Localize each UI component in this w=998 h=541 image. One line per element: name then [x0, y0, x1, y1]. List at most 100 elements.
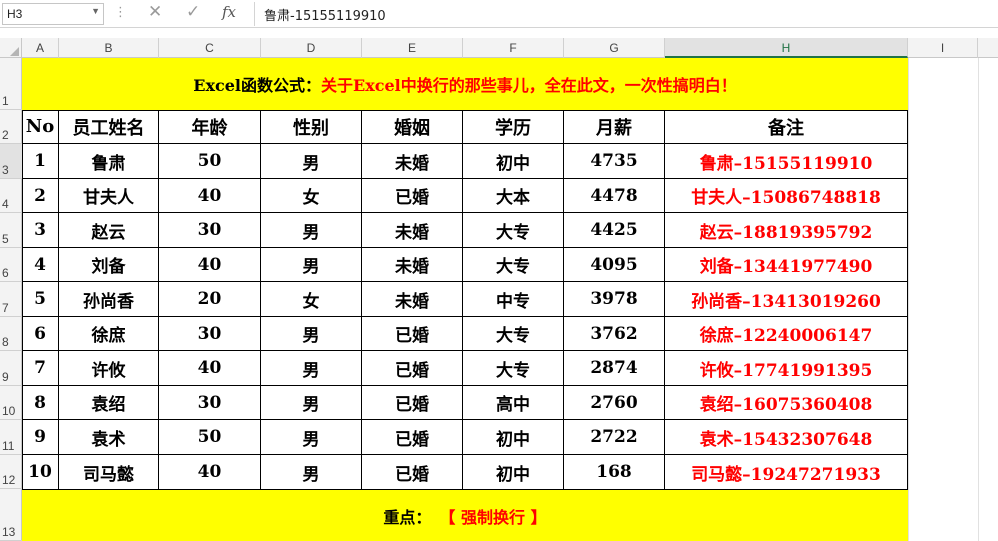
column-header-f[interactable]: F [463, 38, 564, 58]
cell-marital[interactable]: 已婚 [362, 317, 463, 351]
row-header-4[interactable]: 4 [0, 179, 22, 213]
cell-age[interactable]: 50 [159, 420, 261, 455]
cell-marital[interactable]: 已婚 [362, 179, 463, 213]
cell-age[interactable]: 20 [159, 282, 261, 317]
cell-gender[interactable]: 男 [261, 317, 362, 351]
cell-gender[interactable]: 女 [261, 282, 362, 317]
header-cell-remark[interactable]: 备注 [665, 110, 908, 144]
cell-no[interactable]: 7 [22, 351, 59, 386]
cell-remark[interactable]: 甘夫人–15086748818 [665, 179, 908, 213]
title-banner[interactable]: Excel函数公式： 关于Excel中换行的那些事儿，全在此文，一次性搞明白！ [22, 58, 908, 110]
cancel-icon[interactable]: ✕ [148, 2, 162, 22]
cell-remark[interactable]: 孙尚香–13413019260 [665, 282, 908, 317]
cell-education[interactable]: 大专 [463, 317, 564, 351]
row-header-2[interactable]: 2 [0, 110, 22, 144]
cell-gender[interactable]: 女 [261, 179, 362, 213]
column-header-i[interactable]: I [908, 38, 978, 58]
cell-no[interactable]: 2 [22, 179, 59, 213]
cell-age[interactable]: 40 [159, 179, 261, 213]
cell-gender[interactable]: 男 [261, 248, 362, 282]
cell-remark[interactable]: 刘备–13441977490 [665, 248, 908, 282]
cell-age[interactable]: 40 [159, 455, 261, 490]
cell-education[interactable]: 大专 [463, 248, 564, 282]
cell-remark[interactable]: 赵云–18819395792 [665, 213, 908, 248]
cell-education[interactable]: 大专 [463, 213, 564, 248]
cell-salary[interactable]: 2722 [564, 420, 665, 455]
cell-no[interactable]: 3 [22, 213, 59, 248]
cell-name[interactable]: 刘备 [59, 248, 159, 282]
row-header-1[interactable]: 1 [0, 58, 22, 110]
row-header-9[interactable]: 9 [0, 351, 22, 386]
cell-marital[interactable]: 已婚 [362, 351, 463, 386]
cell-remark[interactable]: 徐庶–12240006147 [665, 317, 908, 351]
cell-name[interactable]: 鲁肃 [59, 144, 159, 179]
cell-salary[interactable]: 4478 [564, 179, 665, 213]
formula-input[interactable]: 鲁肃-15155119910 [264, 5, 386, 24]
cell-gender[interactable]: 男 [261, 386, 362, 420]
cell-marital[interactable]: 未婚 [362, 144, 463, 179]
row-header-8[interactable]: 8 [0, 317, 22, 351]
cell-marital[interactable]: 未婚 [362, 248, 463, 282]
column-header-a[interactable]: A [22, 38, 59, 58]
cell-education[interactable]: 大本 [463, 179, 564, 213]
cell-name[interactable]: 孙尚香 [59, 282, 159, 317]
cell-gender[interactable]: 男 [261, 420, 362, 455]
cell-salary[interactable]: 4735 [564, 144, 665, 179]
cell-education[interactable]: 初中 [463, 420, 564, 455]
footer-banner[interactable]: 重点： 【 强制换行 】 [22, 490, 908, 541]
worksheet[interactable]: Excel函数公式： 关于Excel中换行的那些事儿，全在此文，一次性搞明白！ N… [22, 58, 998, 541]
cell-name[interactable]: 许攸 [59, 351, 159, 386]
cell-remark[interactable]: 司马懿–19247271933 [665, 455, 908, 490]
cell-name[interactable]: 司马懿 [59, 455, 159, 490]
more-options-icon[interactable]: ⋮ [114, 5, 127, 20]
cell-salary[interactable]: 3978 [564, 282, 665, 317]
cell-no[interactable]: 1 [22, 144, 59, 179]
cell-gender[interactable]: 男 [261, 213, 362, 248]
column-header-e[interactable]: E [362, 38, 463, 58]
cell-remark[interactable]: 袁术–15432307648 [665, 420, 908, 455]
cell-age[interactable]: 40 [159, 248, 261, 282]
cell-no[interactable]: 10 [22, 455, 59, 490]
cell-gender[interactable]: 男 [261, 144, 362, 179]
cell-marital[interactable]: 已婚 [362, 455, 463, 490]
cell-name[interactable]: 袁术 [59, 420, 159, 455]
column-header-g[interactable]: G [564, 38, 665, 58]
cell-age[interactable]: 30 [159, 213, 261, 248]
cell-marital[interactable]: 已婚 [362, 420, 463, 455]
cell-salary[interactable]: 4095 [564, 248, 665, 282]
header-cell-age[interactable]: 年龄 [159, 110, 261, 144]
column-header-d[interactable]: D [261, 38, 362, 58]
cell-education[interactable]: 中专 [463, 282, 564, 317]
cell-marital[interactable]: 已婚 [362, 386, 463, 420]
cell-no[interactable]: 8 [22, 386, 59, 420]
header-cell-education[interactable]: 学历 [463, 110, 564, 144]
cell-name[interactable]: 赵云 [59, 213, 159, 248]
insert-function-icon[interactable]: fx [222, 3, 236, 21]
cell-gender[interactable]: 男 [261, 351, 362, 386]
cell-remark[interactable]: 鲁肃–15155119910 [665, 144, 908, 179]
header-cell-gender[interactable]: 性别 [261, 110, 362, 144]
cell-age[interactable]: 30 [159, 386, 261, 420]
cell-name[interactable]: 甘夫人 [59, 179, 159, 213]
cell-salary[interactable]: 168 [564, 455, 665, 490]
column-header-b[interactable]: B [59, 38, 159, 58]
cell-salary[interactable]: 3762 [564, 317, 665, 351]
chevron-down-icon[interactable]: ▼ [91, 6, 100, 16]
row-header-3[interactable]: 3 [0, 144, 22, 179]
header-cell-no[interactable]: No [22, 110, 59, 144]
column-header-h[interactable]: H [665, 38, 908, 58]
row-header-11[interactable]: 11 [0, 420, 22, 455]
cell-education[interactable]: 高中 [463, 386, 564, 420]
header-cell-marital[interactable]: 婚姻 [362, 110, 463, 144]
row-header-7[interactable]: 7 [0, 282, 22, 317]
cell-no[interactable]: 5 [22, 282, 59, 317]
row-header-12[interactable]: 12 [0, 455, 22, 489]
cell-no[interactable]: 6 [22, 317, 59, 351]
header-cell-salary[interactable]: 月薪 [564, 110, 665, 144]
cell-remark[interactable]: 许攸–17741991395 [665, 351, 908, 386]
cell-education[interactable]: 初中 [463, 455, 564, 490]
cell-education[interactable]: 初中 [463, 144, 564, 179]
cell-name[interactable]: 徐庶 [59, 317, 159, 351]
cell-gender[interactable]: 男 [261, 455, 362, 490]
header-cell-name[interactable]: 员工姓名 [59, 110, 159, 144]
